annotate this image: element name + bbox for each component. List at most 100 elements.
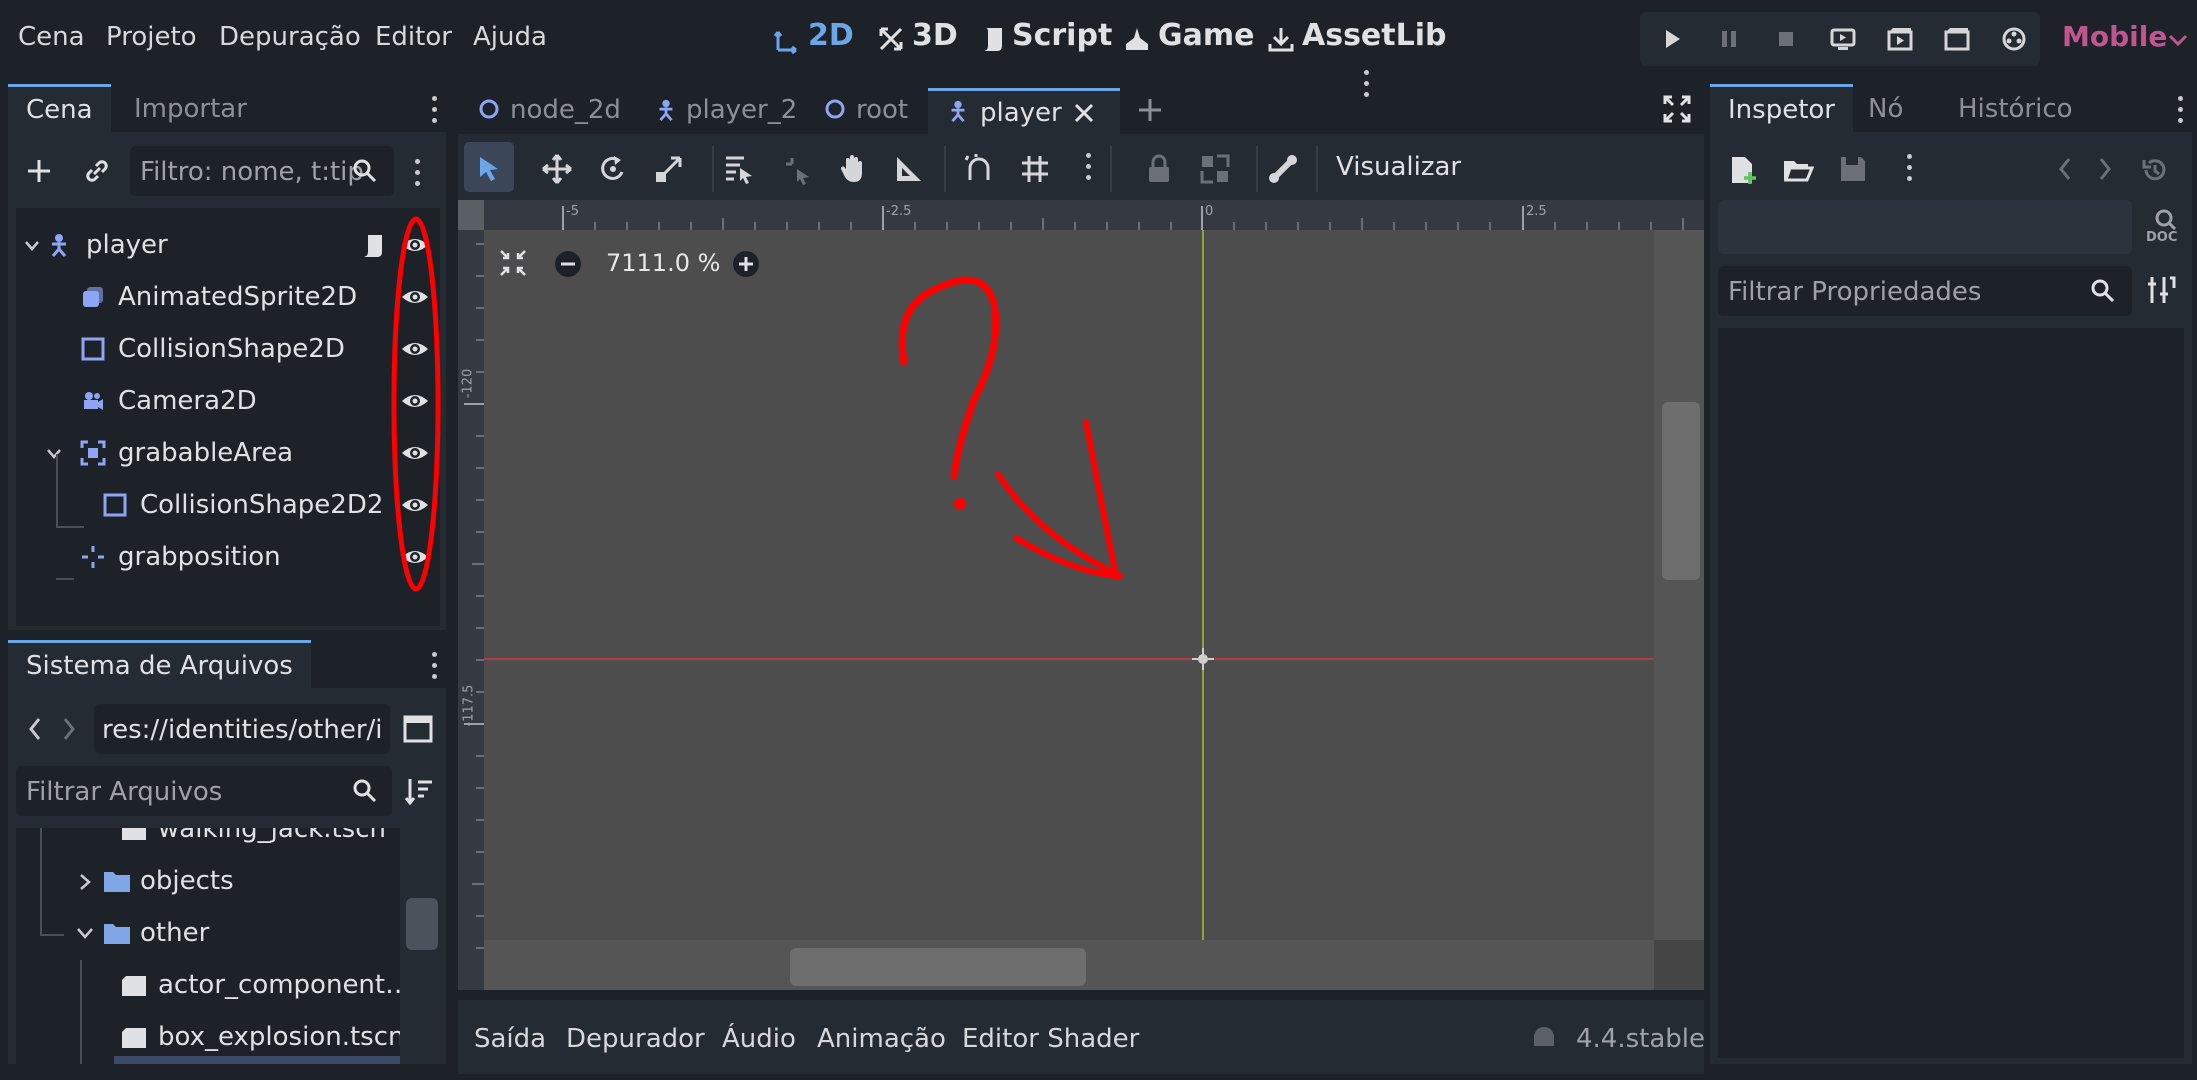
tree-item-grabposition[interactable]: grabposition: [16, 532, 296, 584]
property-filter-input[interactable]: Filtrar Propriedades: [1718, 266, 2132, 316]
run-current-scene-icon[interactable]: [1886, 25, 1914, 53]
workspace-assetlib[interactable]: AssetLib: [1266, 18, 1447, 62]
filesystem-menu-icon[interactable]: [432, 652, 438, 682]
menu-depuracao[interactable]: Depuração: [219, 22, 361, 52]
viewport-vscrollbar[interactable]: [1654, 230, 1704, 940]
chevron-left-icon[interactable]: [2056, 156, 2074, 182]
pan-tool-icon[interactable]: [836, 152, 870, 186]
filesystem-path-input[interactable]: res://identities/other/i: [94, 704, 390, 754]
view-menu-button[interactable]: Visualizar: [1336, 152, 1461, 182]
save-icon[interactable]: [1838, 154, 1868, 184]
menu-cena[interactable]: Cena: [18, 22, 85, 52]
skeleton-bone-icon[interactable]: [1266, 152, 1300, 186]
collapse-arrow-icon[interactable]: [46, 448, 62, 460]
viewport-2d[interactable]: -5 -2.5 0 2.5 -120 -117.5 7111.0 %: [458, 200, 1704, 990]
tab-editor-shader[interactable]: Editor Shader: [962, 1024, 1139, 1054]
play-icon[interactable]: [1658, 25, 1686, 53]
tree-item-grabablearea[interactable]: grabableArea: [16, 428, 296, 480]
editor-tab-player[interactable]: player: [928, 88, 1120, 134]
split-view-icon[interactable]: [402, 714, 434, 744]
doc-button[interactable]: DOC: [2142, 208, 2182, 248]
script-attached-icon[interactable]: [360, 232, 386, 260]
collapse-arrow-icon[interactable]: [24, 240, 40, 252]
add-node-icon[interactable]: [24, 156, 54, 186]
snap-options-icon[interactable]: [1086, 153, 1092, 183]
zoom-in-icon[interactable]: [732, 250, 760, 278]
tree-item-camera2d[interactable]: Camera2D: [16, 376, 296, 428]
distraction-free-icon[interactable]: [1662, 94, 1692, 124]
tab-sistema-de-arquivos[interactable]: Sistema de Arquivos: [8, 640, 311, 688]
tab-importar[interactable]: Importar: [116, 84, 265, 132]
group-icon[interactable]: [1198, 152, 1232, 186]
center-view-icon[interactable]: [498, 248, 528, 278]
link-icon[interactable]: [82, 156, 112, 186]
menu-ajuda[interactable]: Ajuda: [473, 22, 547, 52]
viewport-hscrollbar[interactable]: [484, 940, 1654, 990]
grid-snap-icon[interactable]: [1018, 152, 1052, 186]
select-tool-icon[interactable]: [472, 152, 506, 186]
chevron-left-icon[interactable]: [26, 716, 44, 742]
scrollbar-thumb[interactable]: [406, 898, 438, 950]
tree-item-player[interactable]: player: [16, 220, 296, 272]
tab-no[interactable]: Nó: [1850, 84, 1921, 132]
remote-debug-icon[interactable]: [1829, 25, 1857, 53]
scene-tree-options-icon[interactable]: [415, 159, 421, 189]
chevron-right-icon[interactable]: [60, 716, 78, 742]
editor-tab-player-2[interactable]: player_2: [640, 88, 802, 134]
editor-tab-root[interactable]: root: [812, 88, 920, 134]
tab-depurador[interactable]: Depurador: [566, 1024, 705, 1054]
file-item-actor-component[interactable]: actor_component…: [16, 960, 400, 1012]
ruler-tool-icon[interactable]: [892, 152, 926, 186]
new-resource-icon[interactable]: [1728, 154, 1758, 186]
inspector-menu-icon[interactable]: [2178, 96, 2184, 126]
sort-icon[interactable]: [404, 776, 434, 806]
move-tool-icon[interactable]: [540, 152, 574, 186]
scrollbar-thumb[interactable]: [1662, 402, 1700, 580]
zoom-out-icon[interactable]: [554, 250, 582, 278]
add-tab-icon[interactable]: [1136, 96, 1164, 124]
tab-historico[interactable]: Histórico: [1940, 84, 2091, 132]
history-icon[interactable]: [2140, 156, 2168, 184]
lock-icon[interactable]: [1142, 152, 1176, 186]
pause-icon[interactable]: [1715, 25, 1743, 53]
file-item-walking-jack[interactable]: walking_jack.tscn: [16, 828, 400, 856]
file-tree-scrollbar[interactable]: [400, 828, 442, 1064]
origin-pivot-icon[interactable]: [1191, 647, 1215, 671]
smart-snap-icon[interactable]: [962, 152, 996, 186]
list-select-icon[interactable]: [722, 152, 756, 186]
pivot-tool-icon[interactable]: [780, 152, 814, 186]
menu-editor[interactable]: Editor: [375, 22, 452, 52]
inspector-options-icon[interactable]: [1907, 154, 1913, 184]
scene-dock-menu-icon[interactable]: [432, 96, 438, 126]
renderer-select[interactable]: Mobile: [2060, 18, 2190, 62]
file-filter-input[interactable]: Filtrar Arquivos: [16, 766, 392, 816]
tab-cena[interactable]: Cena: [8, 84, 111, 132]
tree-item-animatedsprite2d[interactable]: AnimatedSprite2D: [16, 272, 357, 324]
workspace-game[interactable]: Game: [1122, 18, 1254, 62]
run-custom-scene-icon[interactable]: [1943, 25, 1971, 53]
stop-icon[interactable]: [1772, 25, 1800, 53]
expand-arrow-icon[interactable]: [78, 872, 92, 892]
tree-item-collisionshape2d2[interactable]: CollisionShape2D2: [16, 480, 383, 532]
tools-icon[interactable]: [2146, 274, 2176, 306]
scale-tool-icon[interactable]: [652, 152, 686, 186]
tab-audio[interactable]: Áudio: [722, 1024, 796, 1054]
scene-filter-input[interactable]: Filtro: nome, t:tip: [130, 146, 394, 196]
zoom-level[interactable]: 7111.0 %: [606, 249, 720, 277]
tab-animacao[interactable]: Animação: [817, 1024, 946, 1054]
inspector-options-icon[interactable]: [1364, 70, 1370, 100]
workspace-2d[interactable]: 2D: [772, 18, 872, 62]
object-path-field[interactable]: [1718, 200, 2132, 254]
folder-item-objects[interactable]: objects: [16, 856, 400, 908]
editor-tab-node-2d[interactable]: node_2d: [460, 88, 630, 134]
folder-item-other[interactable]: other: [16, 908, 400, 960]
movie-maker-icon[interactable]: [2000, 25, 2028, 53]
update-spinner-icon[interactable]: [1530, 1024, 1558, 1052]
collapse-arrow-icon[interactable]: [76, 926, 94, 940]
rotate-tool-icon[interactable]: [596, 152, 630, 186]
close-icon[interactable]: [1072, 101, 1096, 125]
tab-inspetor[interactable]: Inspetor: [1710, 84, 1853, 132]
open-folder-icon[interactable]: [1782, 156, 1814, 184]
workspace-3d[interactable]: 3D: [876, 18, 976, 62]
chevron-right-icon[interactable]: [2096, 156, 2114, 182]
